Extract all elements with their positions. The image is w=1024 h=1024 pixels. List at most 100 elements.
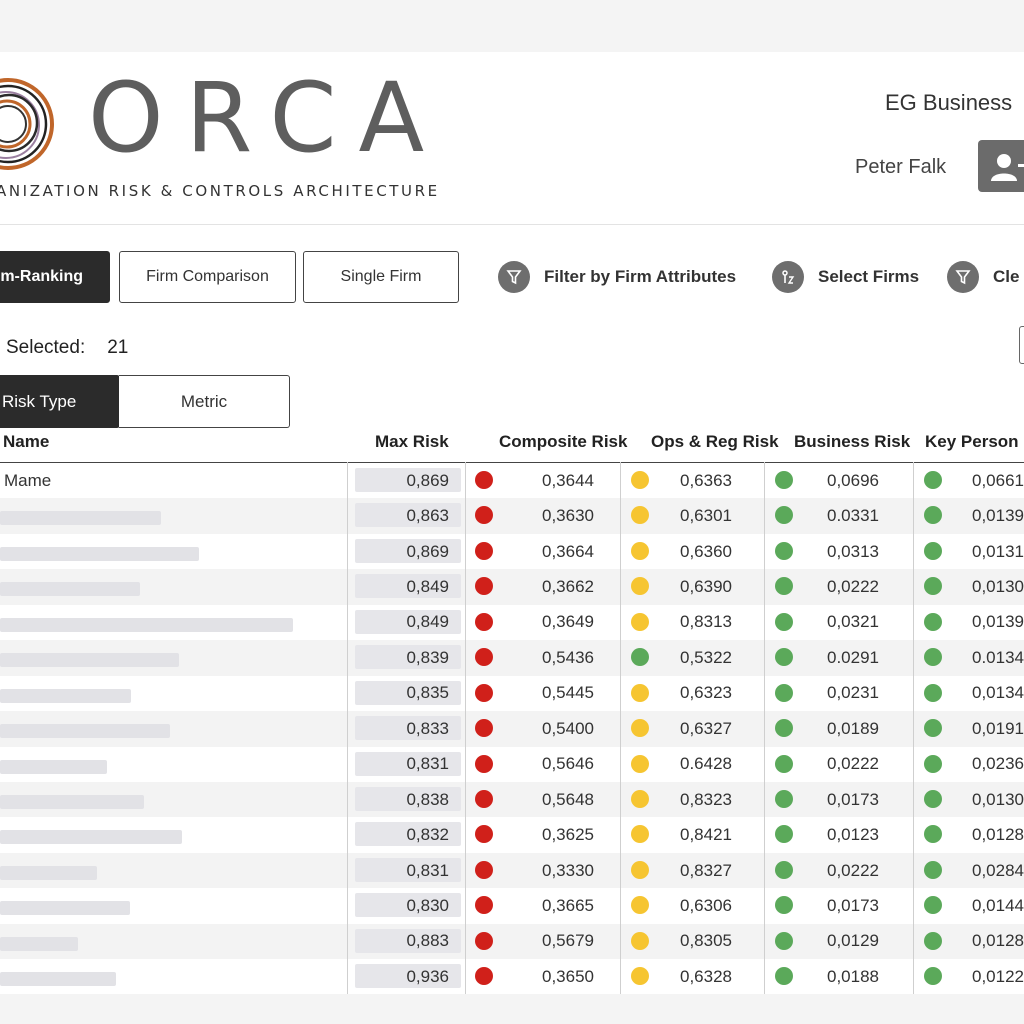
- ops-reg-risk-value: 0,8313: [680, 612, 732, 632]
- ops-reg-risk-status-dot: [631, 896, 649, 915]
- key-person-risk-status-dot: [924, 896, 942, 915]
- table-row[interactable]: 0,849 0,3649 0,8313 0,0321 0,0139: [0, 605, 1024, 640]
- key-person-risk-value: 0,0191: [972, 718, 1024, 738]
- table-row[interactable]: 0,835 0,5445 0,6323 0,0231 0,0134: [0, 676, 1024, 711]
- key-person-risk-value: 0,0139: [972, 612, 1024, 632]
- table-row[interactable]: 0,832 0,3625 0,8421 0,0123 0,0128: [0, 817, 1024, 852]
- max-risk-value: 0,869: [406, 541, 449, 561]
- table-row[interactable]: 0,869 0,3664 0,6360 0,0313 0,0131: [0, 534, 1024, 569]
- ops-reg-risk-value: 0,6306: [680, 895, 732, 915]
- table-row[interactable]: 0,831 0,5646 0.6428 0,0222 0,0236: [0, 747, 1024, 782]
- business-risk-value: 0,0321: [827, 612, 879, 632]
- business-risk-status-dot: [775, 648, 793, 667]
- ops-reg-risk-status-dot: [631, 931, 649, 950]
- max-risk-value: 0,883: [406, 931, 449, 951]
- ops-reg-risk-status-dot: [631, 683, 649, 702]
- filter-firm-attributes-button[interactable]: Filter by Firm Attributes: [498, 259, 736, 295]
- composite-risk-status-dot: [475, 471, 493, 489]
- tab-single-firm[interactable]: Single Firm: [303, 251, 459, 303]
- ops-reg-risk-status-dot: [631, 754, 649, 773]
- business-risk-value: 0,0222: [827, 860, 879, 880]
- max-risk-value: 0,863: [406, 506, 449, 526]
- table-row[interactable]: 0,863 0,3630 0,6301 0.0331 0,0139: [0, 498, 1024, 534]
- ops-reg-risk-value: 0,6327: [680, 718, 732, 738]
- filter-icon: [498, 261, 530, 293]
- max-risk-value: 0,835: [406, 683, 449, 703]
- redacted-firm-name: [0, 759, 107, 774]
- segment-risk-type[interactable]: Risk Type: [0, 375, 120, 428]
- key-person-risk-value: 0,0284: [972, 860, 1024, 880]
- business-risk-value: 0.0331: [827, 506, 879, 526]
- max-risk-value: 0,831: [406, 860, 449, 880]
- selected-label: Selected:: [6, 337, 86, 358]
- redacted-firm-name: [0, 546, 199, 561]
- select-firms-button[interactable]: Select Firms: [772, 259, 919, 295]
- key-person-risk-value: 0,0144: [972, 895, 1024, 915]
- filter-label: Filter by Firm Attributes: [544, 267, 737, 286]
- key-person-risk-status-dot: [924, 612, 942, 631]
- table-row[interactable]: 0,883 0,5679 0,8305 0,0129 0,0128: [0, 923, 1024, 960]
- table-row[interactable]: 0,936 0,3650 0,6328 0,0188 0,0122: [0, 959, 1024, 994]
- table-row[interactable]: 0,830 0,3665 0,6306 0,0173 0,0144: [0, 888, 1024, 923]
- column-divider: [620, 462, 621, 994]
- segment-metric[interactable]: Metric: [119, 375, 290, 428]
- selected-number: 21: [107, 337, 129, 358]
- redacted-firm-name: [0, 617, 293, 632]
- column-header-name[interactable]: Name: [3, 432, 49, 452]
- redacted-firm-name: [0, 653, 179, 668]
- ops-reg-risk-value: 0,5322: [680, 647, 732, 667]
- column-header-business-risk[interactable]: Business Risk: [794, 432, 910, 452]
- options-control[interactable]: [1019, 326, 1024, 364]
- filter-clear-icon: [947, 261, 979, 293]
- business-risk-value: 0,0129: [827, 931, 879, 951]
- key-person-risk-value: 0,0130: [972, 577, 1024, 597]
- table-row[interactable]: 0,833 0,5400 0,6327 0,0189 0,0191: [0, 711, 1024, 747]
- table-row[interactable]: 0,839 0,5436 0,5322 0.0291 0.0134: [0, 640, 1024, 676]
- table-row[interactable]: 0,838 0,5648 0,8323 0,0173 0,0130: [0, 781, 1024, 818]
- column-header-ops-reg-risk[interactable]: Ops & Reg Risk: [651, 432, 779, 452]
- table-row[interactable]: 0,849 0,3662 0,6390 0,0222 0,0130: [0, 569, 1024, 605]
- max-risk-value: 0,831: [406, 754, 449, 774]
- max-risk-cell: 0,849: [355, 569, 461, 604]
- composite-risk-value: 0,5646: [542, 754, 594, 774]
- key-person-risk-value: 0.0134: [972, 647, 1024, 667]
- tab-ranking[interactable]: m-Ranking: [0, 251, 110, 303]
- firm-name[interactable]: Mame: [4, 463, 51, 498]
- table-row[interactable]: 0,831 0,3330 0,8327 0,0222 0,0284: [0, 852, 1024, 889]
- max-risk-value: 0,832: [406, 825, 449, 845]
- composite-risk-value: 0,5679: [542, 931, 594, 951]
- composite-risk-status-dot: [475, 931, 493, 950]
- composite-risk-value: 0,5400: [542, 718, 594, 738]
- redacted-firm-name: [0, 865, 97, 880]
- column-header-composite-risk[interactable]: Composite Risk: [499, 432, 627, 452]
- user-menu-button[interactable]: [978, 140, 1024, 192]
- composite-risk-status-dot: [475, 577, 493, 596]
- ops-reg-risk-status-dot: [631, 648, 649, 667]
- max-risk-value: 0,849: [406, 577, 449, 597]
- composite-risk-value: 0,3630: [542, 506, 594, 526]
- key-person-risk-status-dot: [924, 577, 942, 596]
- user-icon: [991, 154, 1024, 181]
- column-header-max-risk[interactable]: Max Risk: [375, 432, 449, 452]
- user-name: Peter Falk: [855, 156, 947, 178]
- composite-risk-status-dot: [475, 967, 493, 986]
- organization-name: EG Business: [885, 90, 1013, 115]
- key-person-risk-value: 0,0128: [972, 825, 1024, 845]
- business-risk-status-dot: [775, 541, 793, 560]
- tab-firm-comparison[interactable]: Firm Comparison: [119, 251, 296, 303]
- column-divider: [347, 462, 348, 994]
- composite-risk-value: 0,3662: [542, 577, 594, 597]
- ops-reg-risk-status-dot: [631, 612, 649, 631]
- max-risk-cell: 0,863: [355, 498, 461, 533]
- table-row[interactable]: Mame 0,869 0,3644 0,6363 0,0696 0,0661: [0, 463, 1024, 498]
- max-risk-value: 0,833: [406, 718, 449, 738]
- ops-reg-risk-value: 0,6390: [680, 577, 732, 597]
- clear-filter-button[interactable]: Cle: [947, 259, 1019, 295]
- column-header-key-person-risk[interactable]: Key Person R: [925, 432, 1024, 452]
- key-person-risk-value: 0,0130: [972, 789, 1024, 809]
- max-risk-cell: 0,869: [355, 534, 461, 569]
- composite-risk-value: 0,3644: [542, 470, 594, 490]
- business-risk-value: 0,0313: [827, 541, 879, 561]
- composite-risk-status-dot: [475, 896, 493, 915]
- redacted-firm-name: [0, 511, 161, 526]
